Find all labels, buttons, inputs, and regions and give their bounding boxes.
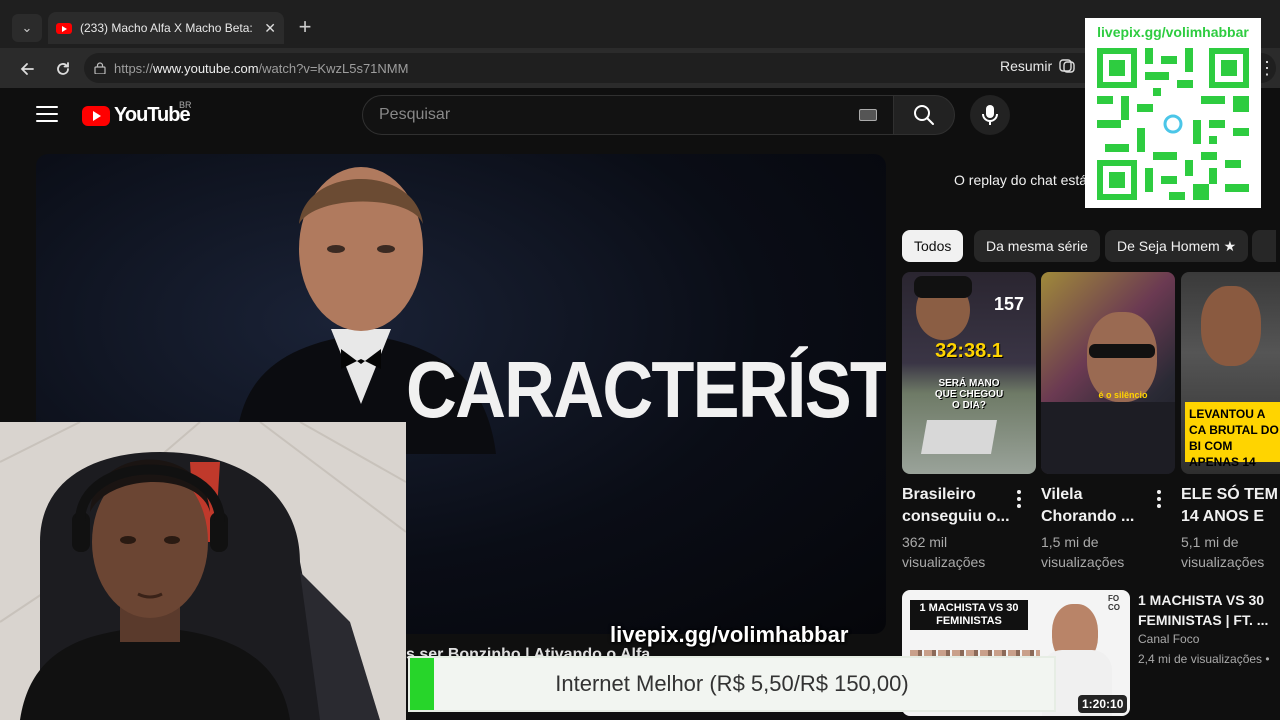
microphone-icon bbox=[982, 105, 998, 125]
url-text[interactable]: https://www.youtube.com/watch?v=KwzL5s71… bbox=[114, 61, 408, 76]
streamer-webcam-image bbox=[0, 422, 406, 720]
tab-title: (233) Macho Alfa X Macho Beta: C bbox=[80, 21, 257, 35]
chat-replay-notice: O replay do chat está bbox=[954, 172, 1088, 188]
donation-goal-text: Internet Melhor (R$ 5,50/R$ 150,00) bbox=[555, 671, 909, 696]
youtube-play-icon bbox=[82, 105, 110, 126]
resumir-button[interactable]: Resumir bbox=[1000, 58, 1076, 74]
short-views: 5,1 mi de visualizações bbox=[1181, 534, 1265, 570]
short-thumbnail[interactable]: é o silêncio bbox=[1041, 272, 1175, 474]
chip-todos[interactable]: Todos bbox=[902, 230, 964, 262]
recommended-channel-name[interactable]: Canal Foco bbox=[1138, 632, 1199, 646]
page-info-icon[interactable] bbox=[94, 62, 106, 74]
thumbnail-title-text: CARACTERÍSTICAS bbox=[406, 345, 886, 434]
new-tab-icon[interactable]: + bbox=[292, 14, 318, 40]
qr-code-icon bbox=[1097, 48, 1249, 200]
recommended-video-meta: 2,4 mi de visualizações • bbox=[1138, 652, 1270, 666]
keyboard-icon[interactable] bbox=[859, 109, 877, 121]
short-overlay-caption: SERÁ MANO QUE CHEGOU O DIA? bbox=[934, 378, 1004, 411]
short-title[interactable]: ELE SÓ TEM 14 ANOS E ... bbox=[1181, 484, 1280, 528]
chip-seja-homem[interactable]: De Seja Homem ★ bbox=[1105, 230, 1249, 262]
short-views: 1,5 mi de visualizações bbox=[1041, 534, 1125, 570]
resumir-label: Resumir bbox=[1000, 58, 1053, 74]
voice-search-button[interactable] bbox=[970, 95, 1010, 135]
stream-donation-link: livepix.gg/volimhabbar bbox=[610, 622, 849, 647]
short-overlay-caption: LEVANTOU A CA BRUTAL DO BI COM APENAS 14 bbox=[1189, 407, 1279, 469]
search-input[interactable] bbox=[379, 106, 859, 124]
thumbnail-caption: 1 MACHISTA VS 30 FEMINISTAS bbox=[910, 600, 1028, 630]
short-overlay-count: 157 bbox=[993, 294, 1024, 314]
country-code: BR bbox=[179, 100, 192, 110]
tab-search-dropdown-icon[interactable]: ⌄ bbox=[12, 14, 42, 42]
copilot-icon bbox=[1059, 59, 1075, 73]
recommended-video-title[interactable]: 1 MACHISTA VS 30 FEMINISTAS | FT. ... bbox=[1138, 590, 1278, 630]
livepix-qr-card: livepix.gg/volimhabbar bbox=[1085, 18, 1261, 208]
tab-close-icon[interactable]: ✕ bbox=[264, 20, 276, 37]
short-thumbnail[interactable]: 157 32:38.1 SERÁ MANO QUE CHEGOU O DIA? bbox=[902, 272, 1036, 474]
back-icon[interactable] bbox=[14, 56, 40, 82]
chip-next[interactable] bbox=[1252, 230, 1276, 262]
short-title[interactable]: Brasileiro conseguiu o... bbox=[902, 484, 1020, 528]
short-title[interactable]: Vilela Chorando ... bbox=[1041, 484, 1159, 528]
short-views: 362 mil visualizações bbox=[902, 534, 986, 570]
short-more-icon[interactable] bbox=[1155, 490, 1163, 508]
short-thumbnail[interactable]: LEVANTOU A CA BRUTAL DO BI COM APENAS 14 bbox=[1181, 272, 1280, 474]
chip-mesma-serie[interactable]: Da mesma série bbox=[974, 230, 1100, 262]
youtube-favicon-icon bbox=[56, 22, 72, 34]
search-icon bbox=[914, 105, 934, 125]
browser-tab-active[interactable]: (233) Macho Alfa X Macho Beta: C ✕ bbox=[48, 12, 284, 44]
channel-badge: FO CO bbox=[1108, 594, 1120, 612]
qr-label: livepix.gg/volimhabbar bbox=[1097, 24, 1249, 40]
short-overlay-timer: 32:38.1 bbox=[935, 340, 1003, 362]
search-box bbox=[362, 95, 894, 135]
youtube-logo[interactable]: YouTube bbox=[82, 104, 191, 127]
donation-goal-bar: Internet Melhor (R$ 5,50/R$ 150,00) bbox=[408, 656, 1056, 712]
short-overlay-caption: é o silêncio bbox=[1098, 390, 1148, 400]
hamburger-menu-icon[interactable] bbox=[36, 104, 58, 124]
video-duration: 1:20:10 bbox=[1078, 695, 1128, 713]
short-more-icon[interactable] bbox=[1015, 490, 1023, 508]
webcam-overlay bbox=[0, 422, 406, 720]
search-button[interactable] bbox=[893, 95, 955, 135]
reload-icon[interactable] bbox=[50, 56, 76, 82]
